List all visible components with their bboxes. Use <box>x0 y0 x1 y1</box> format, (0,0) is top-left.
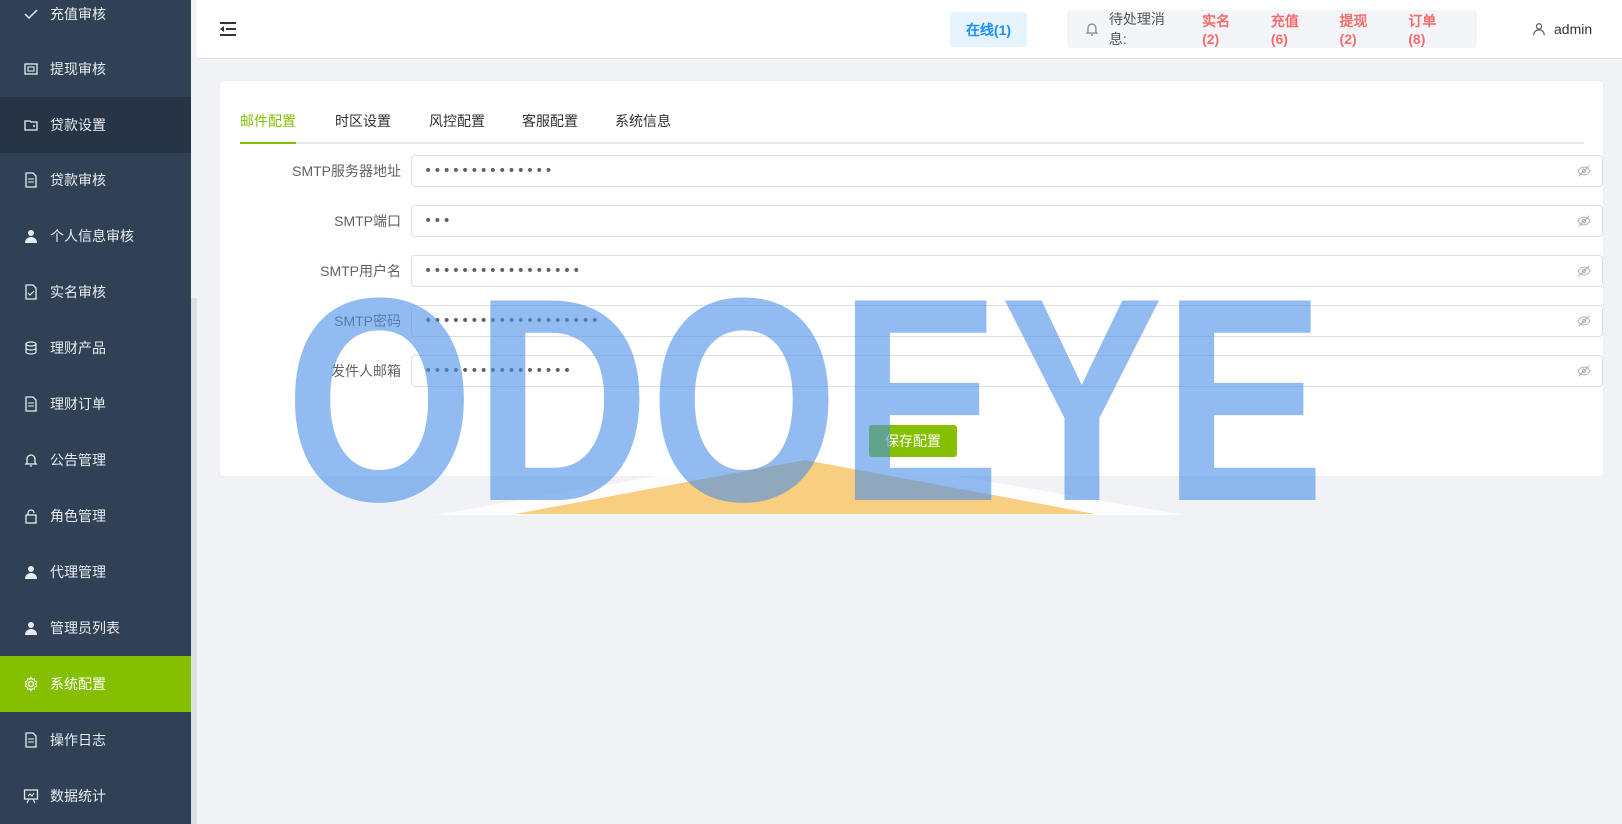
sidebar-scrollbar[interactable] <box>191 298 197 824</box>
save-config-button[interactable]: 保存配置 <box>869 425 957 457</box>
online-count-badge[interactable]: 在线(1) <box>950 12 1027 47</box>
coins-icon <box>22 339 40 357</box>
sidebar-item-system-config[interactable]: 系统配置 <box>0 656 191 712</box>
sidebar-item-label: 提现审核 <box>50 61 106 77</box>
smtp-username-input[interactable] <box>411 255 1603 287</box>
sidebar-item-label: 个人信息审核 <box>50 228 134 244</box>
document-check-icon <box>22 283 40 301</box>
tab-customer-service[interactable]: 客服配置 <box>522 111 578 142</box>
eye-off-icon[interactable] <box>1577 264 1591 278</box>
document-icon <box>22 395 40 413</box>
sidebar-item-loan-review[interactable]: 贷款审核 <box>0 152 191 208</box>
smtp-host-input[interactable] <box>411 155 1603 187</box>
form-row-smtp-host: SMTP服务器地址 <box>240 155 1603 187</box>
sidebar-item-label: 理财产品 <box>50 340 106 356</box>
sender-email-label: 发件人邮箱 <box>331 363 401 379</box>
pending-recharge-link[interactable]: 充值(6) <box>1271 11 1316 47</box>
sidebar-item-label: 数据统计 <box>50 788 106 804</box>
sidebar-item-wealth-orders[interactable]: 理财订单 <box>0 376 191 432</box>
sidebar-item-statistics[interactable]: 数据统计 <box>0 768 191 824</box>
tab-risk-control[interactable]: 风控配置 <box>429 111 485 142</box>
sidebar-item-label: 充值审核 <box>50 6 106 22</box>
sidebar-item-label: 贷款设置 <box>50 117 106 133</box>
sidebar: 充值审核 提现审核 贷款设置 贷款审核 个人信息审核 实名审核 理财产品 理财订… <box>0 0 191 824</box>
sidebar-item-realname-review[interactable]: 实名审核 <box>0 264 191 320</box>
config-card: 邮件配置 时区设置 风控配置 客服配置 系统信息 SMTP服务器地址 SMTP端… <box>219 80 1604 477</box>
user-icon <box>22 227 40 245</box>
sidebar-item-label: 系统配置 <box>50 676 106 692</box>
form-row-smtp-username: SMTP用户名 <box>240 255 1603 287</box>
form-row-smtp-password: SMTP密码 <box>240 305 1603 337</box>
sidebar-item-label: 角色管理 <box>50 508 106 524</box>
eye-off-icon[interactable] <box>1577 314 1591 328</box>
user-icon <box>22 563 40 581</box>
form-row-smtp-port: SMTP端口 <box>240 205 1603 237</box>
bell-icon <box>22 451 40 469</box>
username: admin <box>1554 21 1593 37</box>
pending-label: 待处理消息: <box>1108 11 1165 47</box>
top-header: 在线(1) 待处理消息: 实名(2) 充值(6) 提现(2) 订单(8) adm… <box>197 0 1622 59</box>
sidebar-item-agents[interactable]: 代理管理 <box>0 544 191 600</box>
pending-order-link[interactable]: 订单(8) <box>1408 11 1453 47</box>
sidebar-item-announcements[interactable]: 公告管理 <box>0 432 191 488</box>
sidebar-item-label: 贷款审核 <box>50 172 106 188</box>
config-tabs: 邮件配置 时区设置 风控配置 客服配置 系统信息 <box>240 109 1584 144</box>
sidebar-item-loan-settings[interactable]: 贷款设置 <box>0 97 191 153</box>
sidebar-item-wealth-products[interactable]: 理财产品 <box>0 320 191 376</box>
smtp-password-label: SMTP密码 <box>334 313 401 329</box>
tab-email-config[interactable]: 邮件配置 <box>240 111 296 144</box>
folder-icon <box>22 116 40 134</box>
tab-system-info[interactable]: 系统信息 <box>615 111 671 142</box>
eye-off-icon[interactable] <box>1577 164 1591 178</box>
sidebar-item-withdraw-review[interactable]: 提现审核 <box>0 41 191 97</box>
sidebar-item-admins[interactable]: 管理员列表 <box>0 600 191 656</box>
user-menu[interactable]: admin <box>1532 21 1592 37</box>
presentation-icon <box>22 787 40 805</box>
sidebar-item-operation-log[interactable]: 操作日志 <box>0 712 191 768</box>
document-icon <box>22 731 40 749</box>
pending-realname-link[interactable]: 实名(2) <box>1202 11 1247 47</box>
smtp-password-input[interactable] <box>411 305 1603 337</box>
pending-messages: 待处理消息: 实名(2) 充值(6) 提现(2) 订单(8) <box>1067 10 1477 48</box>
smtp-port-input[interactable] <box>411 205 1603 237</box>
sidebar-item-label: 实名审核 <box>50 284 106 300</box>
sidebar-item-label: 操作日志 <box>50 732 106 748</box>
menu-toggle-icon[interactable] <box>219 21 237 37</box>
sidebar-item-label: 公告管理 <box>50 452 106 468</box>
sender-email-input[interactable] <box>411 355 1603 387</box>
sidebar-item-label: 理财订单 <box>50 396 106 412</box>
document-icon <box>22 171 40 189</box>
user-icon <box>22 619 40 637</box>
smtp-username-label: SMTP用户名 <box>320 263 401 279</box>
form-row-sender-email: 发件人邮箱 <box>240 355 1603 387</box>
check-icon <box>22 5 40 23</box>
sidebar-item-recharge-review[interactable]: 充值审核 <box>0 0 191 42</box>
sidebar-item-label: 代理管理 <box>50 564 106 580</box>
lock-icon <box>22 507 40 525</box>
tab-timezone-settings[interactable]: 时区设置 <box>335 111 391 142</box>
user-icon <box>1533 23 1545 36</box>
sidebar-item-roles[interactable]: 角色管理 <box>0 488 191 544</box>
sidebar-item-label: 管理员列表 <box>50 620 120 636</box>
eye-off-icon[interactable] <box>1577 364 1591 378</box>
bell-icon <box>1085 23 1099 36</box>
pending-withdraw-link[interactable]: 提现(2) <box>1340 11 1385 47</box>
wallet-icon <box>22 60 40 78</box>
smtp-host-label: SMTP服务器地址 <box>292 163 401 179</box>
gear-icon <box>22 675 40 693</box>
smtp-port-label: SMTP端口 <box>334 213 401 229</box>
sidebar-item-personal-info-review[interactable]: 个人信息审核 <box>0 208 191 264</box>
eye-off-icon[interactable] <box>1577 214 1591 228</box>
